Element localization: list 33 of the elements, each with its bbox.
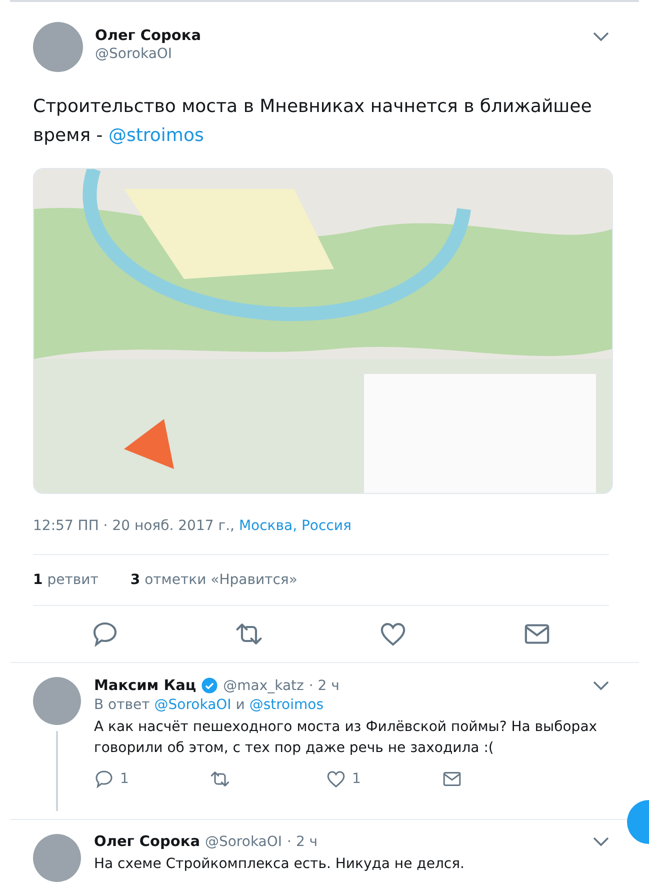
author-name[interactable]: Олег Сорока bbox=[95, 28, 581, 44]
mention-link[interactable]: @stroimos bbox=[108, 125, 204, 146]
location-link[interactable]: Москва, Россия bbox=[238, 518, 352, 534]
retweet-icon[interactable] bbox=[210, 769, 230, 789]
tweet-text: Строительство моста в Мневниках начнется в ближайшее время - @stroimos bbox=[33, 95, 593, 148]
stat-count[interactable]: 3 отметки «Нравится» bbox=[130, 572, 298, 588]
reply-to-text: В ответ @SorokaOI и @stroimos bbox=[94, 697, 324, 713]
heart-icon[interactable] bbox=[326, 769, 346, 789]
mention-link[interactable]: @stroimos bbox=[249, 697, 324, 713]
avatar[interactable] bbox=[33, 677, 81, 725]
author-name[interactable]: Максим Кац bbox=[94, 678, 196, 694]
avatar[interactable] bbox=[33, 834, 81, 882]
chevron-down-icon[interactable] bbox=[593, 32, 609, 42]
author-handle[interactable]: @SorokaOI bbox=[95, 46, 581, 62]
author-handle[interactable]: @max_katz bbox=[223, 678, 304, 694]
chevron-down-icon[interactable] bbox=[593, 680, 609, 690]
heart-icon[interactable] bbox=[379, 620, 407, 648]
reply-text: А как насчёт пешеходного моста из Филёвской поймы? На выборах говорили об этом, с тех пор даже речь не заходила :( bbox=[94, 718, 598, 758]
reply-icon[interactable] bbox=[94, 769, 114, 789]
avatar[interactable] bbox=[33, 22, 83, 72]
author-handle[interactable]: @SorokaOI bbox=[204, 834, 282, 850]
reply-time: · 2 ч bbox=[287, 834, 318, 850]
envelope-icon[interactable] bbox=[442, 769, 462, 789]
author-name[interactable]: Олег Сорока bbox=[94, 834, 200, 850]
reply-text: На схеме Стройкомплекса есть. Никуда не делся. bbox=[94, 855, 466, 874]
chevron-down-icon[interactable] bbox=[593, 837, 609, 847]
action-count: 1 bbox=[352, 771, 361, 787]
reply-icon[interactable] bbox=[91, 620, 119, 648]
stat-count[interactable]: 1 ретвит bbox=[33, 572, 98, 588]
mention-link[interactable]: @SorokaOI bbox=[154, 697, 232, 713]
action-count: 1 bbox=[120, 771, 129, 787]
timestamp: 12:57 ПП · 20 нояб. 2017 г., Москва, Россия bbox=[33, 518, 352, 534]
reply-time: · 2 ч bbox=[308, 678, 340, 694]
